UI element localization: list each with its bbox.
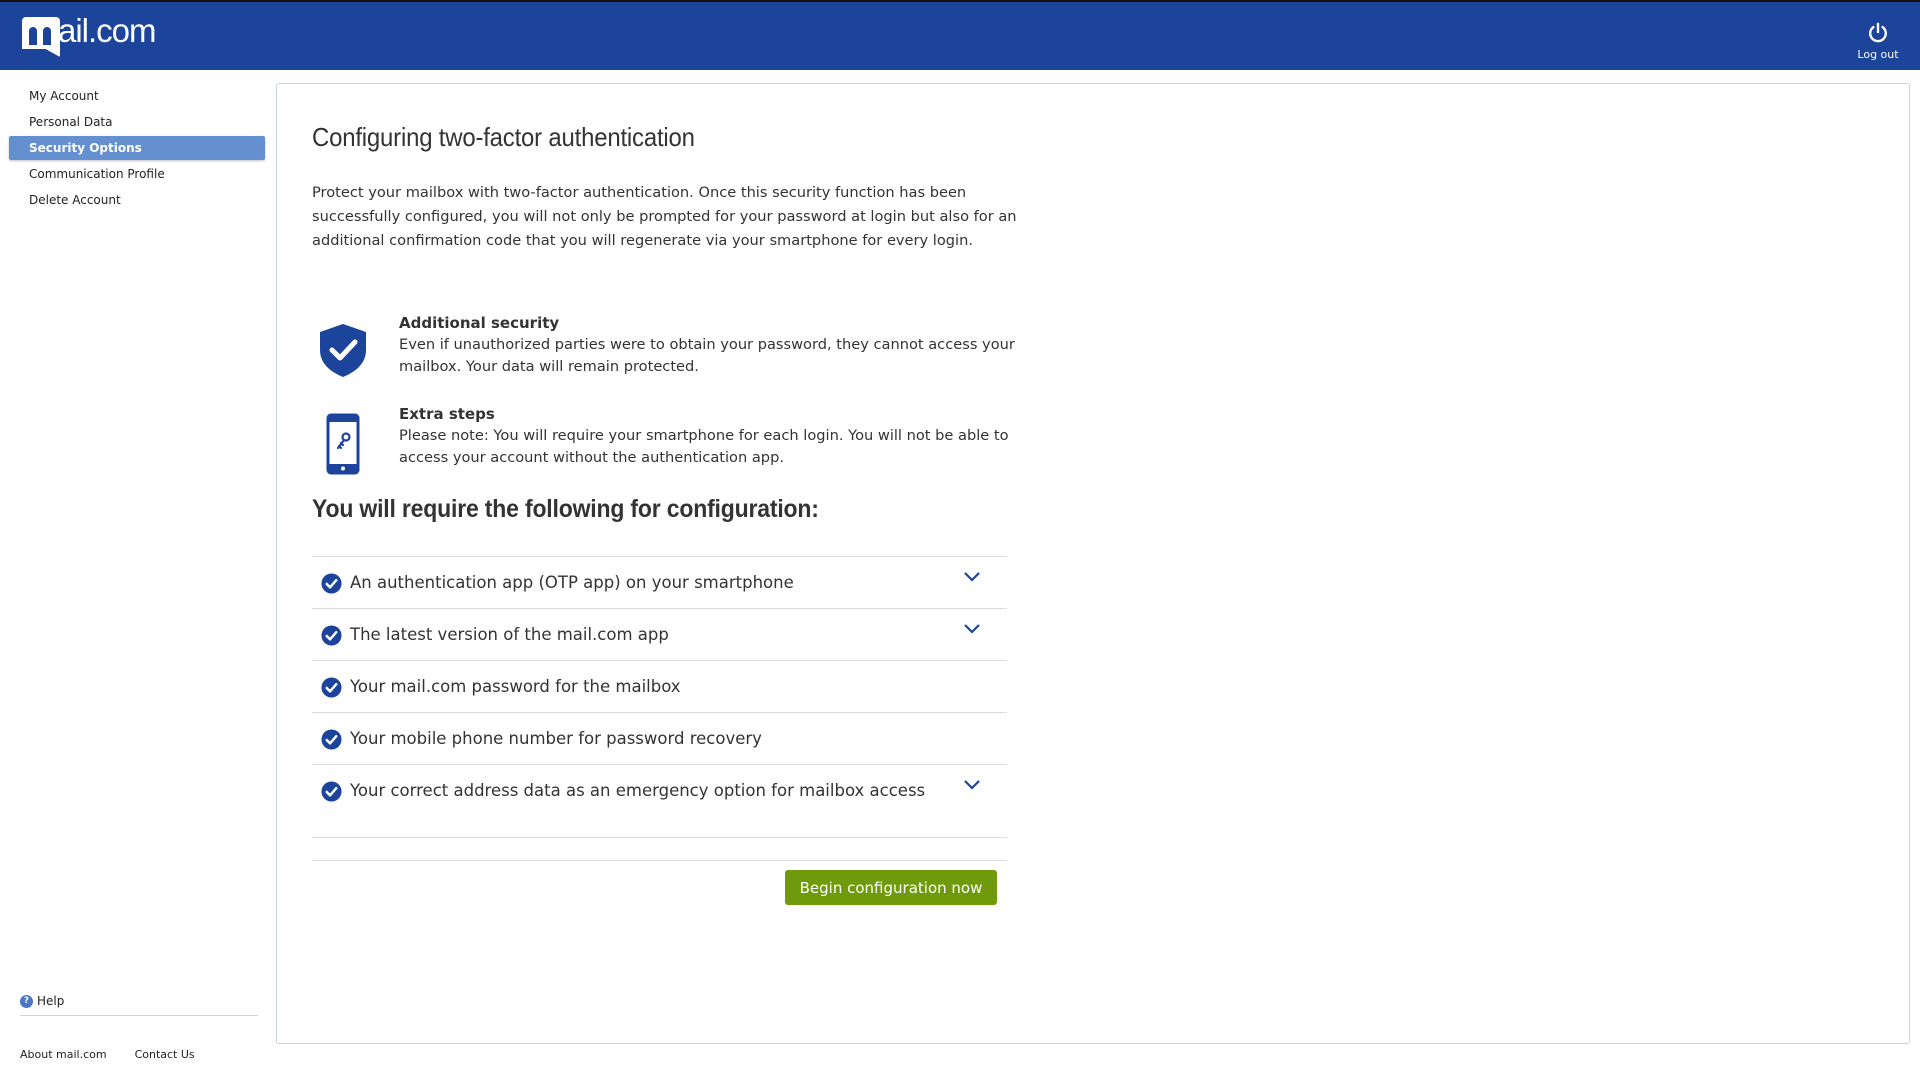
requirement-text: The latest version of the mail.com app bbox=[350, 625, 669, 644]
page-title: Configuring two-factor authentication bbox=[312, 122, 695, 152]
logout-label: Log out bbox=[1857, 48, 1899, 61]
requirement-text: An authentication app (OTP app) on your … bbox=[350, 573, 794, 592]
help-label: Help bbox=[37, 994, 65, 1008]
sidebar-item-personal-data[interactable]: Personal Data bbox=[9, 110, 265, 134]
requirements-heading: You will require the following for confi… bbox=[312, 495, 819, 523]
requirement-item-phone-number: Your mobile phone number for password re… bbox=[312, 713, 1007, 765]
logo-m-icon bbox=[22, 17, 60, 57]
requirement-text: Your mail.com password for the mailbox bbox=[350, 677, 681, 696]
chevron-down-icon[interactable] bbox=[963, 779, 981, 791]
feature-text: Please note: You will require your smart… bbox=[399, 427, 1009, 466]
requirement-item-mailcom-app[interactable]: The latest version of the mail.com app bbox=[312, 609, 1007, 661]
feature-title: Additional security bbox=[399, 314, 560, 332]
footer-links: About mail.com Contact Us bbox=[20, 1048, 195, 1061]
sidebar-item-delete-account[interactable]: Delete Account bbox=[9, 188, 265, 212]
sidebar-item-communication-profile[interactable]: Communication Profile bbox=[9, 162, 265, 186]
top-header: ail.com Log out bbox=[0, 0, 1920, 70]
logo-text: ail.com bbox=[58, 12, 157, 49]
begin-configuration-button[interactable]: Begin configuration now bbox=[785, 870, 997, 905]
smartphone-key-icon bbox=[326, 413, 360, 475]
requirement-item-address-data[interactable]: Your correct address data as an emergenc… bbox=[312, 765, 1007, 838]
help-link[interactable]: ? Help bbox=[20, 994, 64, 1008]
check-circle-icon bbox=[321, 625, 342, 646]
requirement-text: Your correct address data as an emergenc… bbox=[350, 781, 926, 800]
intro-text: Protect your mailbox with two-factor aut… bbox=[312, 184, 1017, 249]
shield-check-icon bbox=[320, 324, 366, 377]
check-circle-icon bbox=[321, 781, 342, 802]
feature-text: Even if unauthorized parties were to obt… bbox=[399, 336, 1015, 375]
requirement-item-password: Your mail.com password for the mailbox bbox=[312, 661, 1007, 713]
help-icon: ? bbox=[20, 994, 33, 1008]
logout-button[interactable]: Log out bbox=[1850, 22, 1906, 61]
mailcom-logo[interactable]: ail.com bbox=[22, 12, 157, 57]
requirement-item-otp-app[interactable]: An authentication app (OTP app) on your … bbox=[312, 557, 1007, 609]
help-divider bbox=[20, 1015, 258, 1016]
bottom-divider bbox=[312, 860, 1007, 861]
requirement-text: Your mobile phone number for password re… bbox=[350, 729, 762, 748]
chevron-down-icon[interactable] bbox=[963, 571, 981, 583]
contact-link[interactable]: Contact Us bbox=[135, 1048, 195, 1061]
main-panel: Configuring two-factor authentication Pr… bbox=[276, 83, 1910, 1044]
power-icon bbox=[1869, 22, 1887, 43]
sidebar-item-my-account[interactable]: My Account bbox=[9, 84, 265, 108]
check-circle-icon bbox=[321, 677, 342, 698]
sidebar: My Account Personal Data Security Option… bbox=[0, 70, 270, 1080]
check-circle-icon bbox=[321, 573, 342, 594]
check-circle-icon bbox=[321, 729, 342, 750]
feature-title: Extra steps bbox=[399, 405, 495, 423]
about-link[interactable]: About mail.com bbox=[20, 1048, 107, 1061]
chevron-down-icon[interactable] bbox=[963, 623, 981, 635]
sidebar-item-security-options[interactable]: Security Options bbox=[9, 136, 265, 160]
requirements-list: An authentication app (OTP app) on your … bbox=[312, 556, 1007, 838]
